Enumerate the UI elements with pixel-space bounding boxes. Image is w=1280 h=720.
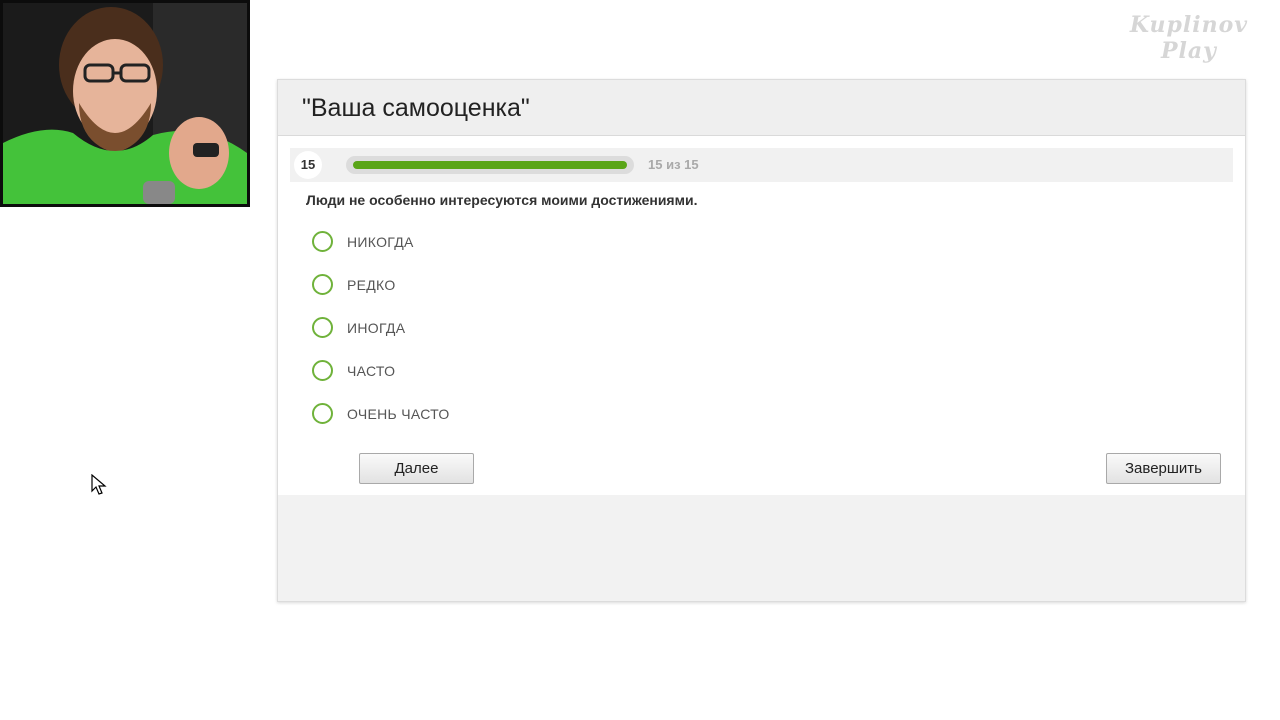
question-text: Люди не особенно интересуются моими дост… (306, 192, 698, 208)
answer-option-label: ЧАСТО (347, 362, 396, 379)
answer-option-label: НИКОГДА (347, 233, 414, 250)
watermark-line-1: Kuplinov (1129, 12, 1249, 38)
radio-button[interactable] (312, 403, 333, 424)
radio-button[interactable] (312, 360, 333, 381)
webcam-overlay (0, 0, 250, 207)
answer-option-label: ИНОГДА (347, 319, 406, 336)
quiz-title: "Ваша самооценка" (302, 94, 530, 122)
watermark-line-2: Play (1161, 38, 1217, 64)
next-button[interactable]: Далее (359, 453, 474, 484)
progress-row: 15 15 из 15 (290, 148, 1233, 182)
answer-option[interactable]: ОЧЕНЬ ЧАСТО (312, 392, 1233, 435)
streamer-video (3, 3, 247, 204)
radio-button[interactable] (312, 274, 333, 295)
answer-option[interactable]: ИНОГДА (312, 306, 1233, 349)
answer-options: НИКОГДА РЕДКО ИНОГДА ЧАСТО ОЧЕНЬ ЧАСТО (312, 220, 1233, 435)
answer-option[interactable]: РЕДКО (312, 263, 1233, 306)
progress-bar (346, 156, 634, 174)
answer-option-label: ОЧЕНЬ ЧАСТО (347, 405, 450, 422)
progress-bar-fill (353, 161, 627, 169)
quiz-header: "Ваша самооценка" (278, 80, 1245, 136)
answer-option[interactable]: НИКОГДА (312, 220, 1233, 263)
question-number-badge: 15 (294, 151, 322, 179)
finish-button[interactable]: Завершить (1106, 453, 1221, 484)
arrow-cursor-icon (91, 474, 107, 495)
quiz-panel: "Ваша самооценка" 15 15 из 15 Люди не ос… (277, 79, 1246, 602)
channel-watermark: Kuplinov Play (1114, 12, 1264, 64)
quiz-body: 15 15 из 15 Люди не особенно интересуютс… (278, 136, 1245, 495)
progress-text: 15 из 15 (648, 157, 699, 172)
radio-button[interactable] (312, 317, 333, 338)
answer-option[interactable]: ЧАСТО (312, 349, 1233, 392)
radio-button[interactable] (312, 231, 333, 252)
answer-option-label: РЕДКО (347, 276, 396, 293)
